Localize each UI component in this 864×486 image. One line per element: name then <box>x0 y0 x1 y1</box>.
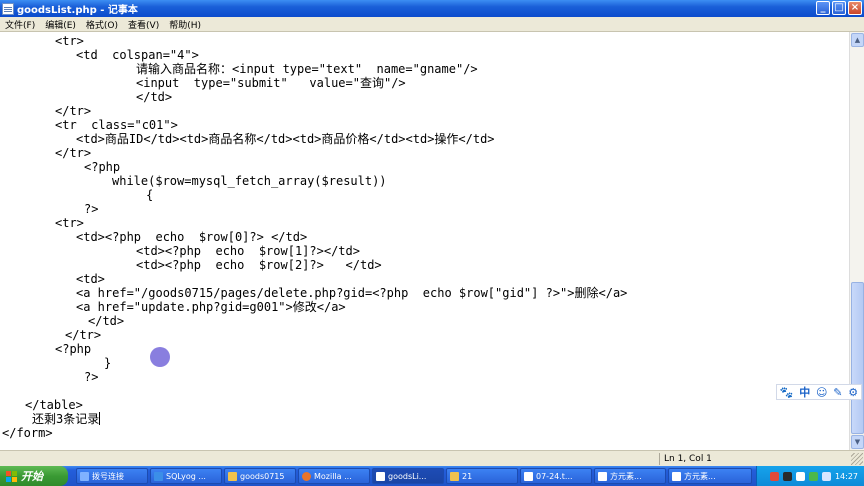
mouse-cursor-highlight <box>150 347 170 367</box>
scroll-down-icon[interactable]: ▼ <box>851 435 864 449</box>
code-line: ?> <box>84 202 99 216</box>
clock[interactable]: 14:27 <box>835 472 858 481</box>
start-button[interactable]: 开始 <box>0 466 68 486</box>
taskbar-item-folder-21[interactable]: 21 <box>446 468 518 484</box>
window-title: goodsList.php - 记事本 <box>17 5 138 16</box>
settings-icon[interactable]: ⚙ <box>848 386 858 399</box>
code-line: { <box>146 188 154 202</box>
code-line: <a href="update.php?gid=g001">修改</a> <box>76 300 346 314</box>
taskbar-item-fangyuansu-2[interactable]: 方元素... <box>668 468 752 484</box>
windows-logo-icon <box>6 470 17 482</box>
code-line: <a href="/goods0715/pages/delete.php?gid… <box>76 286 628 300</box>
tray-app-icon[interactable] <box>808 471 818 481</box>
firefox-icon <box>302 471 311 481</box>
database-icon <box>154 471 163 481</box>
document-icon <box>524 471 533 481</box>
menu-edit[interactable]: 编辑(E) <box>40 18 81 31</box>
task-label: SQLyog ... <box>166 471 206 481</box>
code-line: <input type="submit" value="查询"/> <box>136 76 406 90</box>
taskbar-item-mozilla[interactable]: Mozilla ... <box>298 468 370 484</box>
folder-icon <box>228 471 237 481</box>
code-line: <tr> <box>55 216 84 230</box>
ime-chinese-mode[interactable]: 中 <box>799 384 810 400</box>
status-bar: Ln 1, Col 1 <box>0 450 864 466</box>
document-icon <box>598 471 607 481</box>
document-icon <box>672 471 681 481</box>
cursor-position: Ln 1, Col 1 <box>659 453 839 465</box>
pen-icon[interactable]: ✎ <box>833 386 842 399</box>
volume-icon[interactable] <box>821 471 831 481</box>
system-tray: 14:27 <box>756 466 864 486</box>
code-line-text: 还剩3条记录 <box>32 412 100 426</box>
code-line: </form> <box>2 426 53 440</box>
code-line: <td>商品ID</td><td>商品名称</td><td>商品价格</td><… <box>76 132 495 146</box>
code-line: <tr> <box>55 34 84 48</box>
taskbar-item-0724[interactable]: 07-24.t... <box>520 468 592 484</box>
network-icon <box>80 471 89 481</box>
menu-help[interactable]: 帮助(H) <box>164 18 206 31</box>
code-line: <?php <box>84 160 121 174</box>
task-label: 方元素... <box>684 471 716 481</box>
code-line-with-caret: 还剩3条记录 <box>32 412 101 426</box>
text-caret <box>99 412 101 425</box>
title-bar: goodsList.php - 记事本 _ □ × <box>0 0 864 17</box>
task-label: 拨号连接 <box>92 471 124 481</box>
task-label: 方元素... <box>610 471 642 481</box>
tray-app-icon[interactable] <box>795 471 805 481</box>
code-line: while($row=mysql_fetch_array($result)) <box>112 174 387 188</box>
code-line: ?> <box>84 370 99 384</box>
code-line: <?php <box>55 342 92 356</box>
task-label: goods0715 <box>240 471 285 481</box>
task-label: 07-24.t... <box>536 471 573 481</box>
folder-icon <box>450 471 459 481</box>
taskbar: 开始 拨号连接 SQLyog ... goods0715 Mozilla ...… <box>0 466 864 486</box>
code-line: <td> <box>76 272 105 286</box>
tray-app-icon[interactable] <box>769 471 779 481</box>
menu-file[interactable]: 文件(F) <box>0 18 40 31</box>
code-line: <tr class="c01"> <box>55 118 178 132</box>
paw-icon[interactable]: 🐾 <box>780 386 794 399</box>
notepad-icon <box>376 471 385 481</box>
code-line: </td> <box>136 90 173 104</box>
code-line: <td colspan="4"> <box>76 48 199 62</box>
scroll-up-icon[interactable]: ▲ <box>851 33 864 47</box>
code-line: </table> <box>25 398 83 412</box>
menu-bar: 文件(F) 编辑(E) 格式(O) 查看(V) 帮助(H) <box>0 17 864 32</box>
menu-view[interactable]: 查看(V) <box>123 18 164 31</box>
taskbar-item-goodslist[interactable]: goodsLi... <box>372 468 444 484</box>
code-line: </tr> <box>55 104 92 118</box>
code-line: <td><?php echo $row[2]?> </td> <box>136 258 382 272</box>
code-line: </tr> <box>65 328 102 342</box>
code-line: <td><?php echo $row[1]?></td> <box>136 244 360 258</box>
smiley-icon[interactable]: ☺ <box>816 386 827 399</box>
taskbar-item-sqlyog[interactable]: SQLyog ... <box>150 468 222 484</box>
tray-app-icon[interactable] <box>782 471 792 481</box>
scrollbar-thumb[interactable] <box>851 282 864 434</box>
taskbar-item-fangyuansu-1[interactable]: 方元素... <box>594 468 666 484</box>
code-line: 请输入商品名称：<input type="text" name="gname"/… <box>136 62 478 76</box>
task-label: Mozilla ... <box>314 471 352 481</box>
start-label: 开始 <box>21 470 43 483</box>
resize-grip-icon[interactable] <box>851 453 863 465</box>
taskbar-item-folder-goods0715[interactable]: goods0715 <box>224 468 296 484</box>
code-line: </tr> <box>55 146 92 160</box>
notepad-icon <box>2 2 14 15</box>
code-line: } <box>104 356 112 370</box>
task-label: 21 <box>462 471 473 481</box>
code-line: </td> <box>88 314 125 328</box>
ime-toolbar: 🐾 中 ☺ ✎ ⚙ <box>776 384 862 400</box>
minimize-button[interactable]: _ <box>816 1 830 15</box>
taskbar-item-dialup[interactable]: 拨号连接 <box>76 468 148 484</box>
code-line: <td><?php echo $row[0]?> </td> <box>76 230 308 244</box>
text-editor[interactable]: <tr> <td colspan="4"> 请输入商品名称：<input typ… <box>0 32 849 450</box>
window-controls: _ □ × <box>816 1 862 15</box>
close-button[interactable]: × <box>848 1 862 15</box>
maximize-button[interactable]: □ <box>832 1 846 15</box>
menu-format[interactable]: 格式(O) <box>81 18 123 31</box>
task-label: goodsLi... <box>388 471 427 481</box>
